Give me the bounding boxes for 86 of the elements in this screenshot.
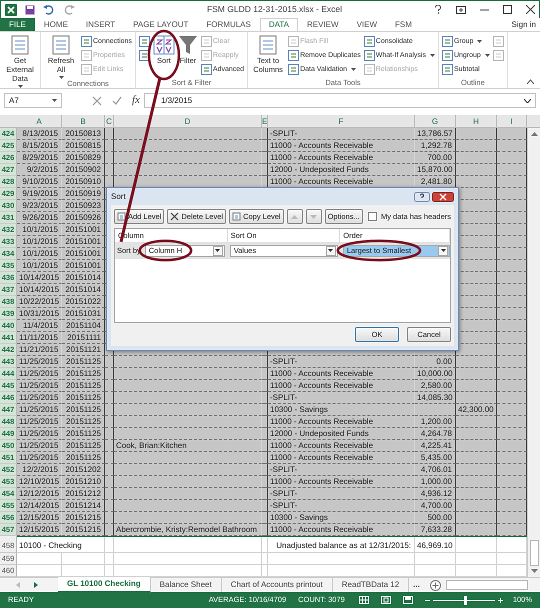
close-icon[interactable] — [432, 192, 454, 202]
level-icon — [117, 212, 126, 221]
command-icon — [138, 36, 150, 46]
command-icon — [364, 36, 375, 46]
save-icon[interactable] — [25, 4, 35, 14]
command-icon — [364, 50, 375, 60]
normal-view-icon[interactable] — [358, 596, 369, 604]
column-header[interactable]: H — [456, 115, 497, 127]
column-header[interactable]: D — [114, 115, 262, 127]
close-icon[interactable] — [526, 5, 535, 14]
funnel-icon — [178, 34, 198, 56]
command-icon — [364, 64, 375, 74]
add-sheet-icon[interactable] — [430, 580, 441, 590]
table-icon — [257, 34, 280, 56]
annotation-ellipse — [148, 30, 180, 80]
scroll-up-icon[interactable] — [530, 132, 538, 136]
annotation-ellipse — [138, 240, 192, 262]
scroll-right-icon[interactable] — [34, 582, 38, 588]
column-header[interactable]: I — [497, 115, 527, 127]
column-header[interactable]: B — [62, 115, 105, 127]
command-icon — [138, 50, 150, 60]
ribbon-tab[interactable]: FILE — [0, 18, 35, 31]
scroll-thumb[interactable] — [530, 540, 538, 566]
ribbon-tab[interactable]: FORMULAS — [197, 18, 260, 31]
ribbon-display-icon[interactable] — [456, 6, 466, 14]
maximize-icon[interactable] — [503, 5, 512, 14]
help-icon[interactable] — [434, 5, 442, 14]
zoom-slider-thumb[interactable] — [464, 596, 467, 604]
page-layout-icon[interactable] — [380, 596, 391, 604]
checkbox[interactable] — [368, 212, 377, 221]
command-icon — [492, 36, 504, 46]
delete-icon — [170, 212, 180, 221]
command-icon — [81, 36, 92, 46]
collapse-ribbon-icon[interactable] — [527, 79, 534, 84]
table-icon — [9, 34, 31, 56]
sheet-tab[interactable]: GL 10100 Checking — [58, 577, 151, 593]
column-header[interactable]: G — [415, 115, 456, 127]
caret-icon — [52, 99, 57, 102]
more-sheets-button[interactable]: ... — [413, 579, 420, 591]
command-icon — [200, 36, 212, 46]
command-icon — [200, 50, 212, 60]
help-icon[interactable] — [414, 192, 430, 202]
sort-icon — [152, 34, 175, 56]
page-break-icon[interactable] — [402, 596, 413, 604]
command-icon — [81, 50, 92, 60]
name-box[interactable]: A7 — [4, 93, 62, 108]
command-icon — [288, 50, 300, 60]
column-header[interactable]: C — [105, 115, 114, 127]
app-logo-icon[interactable] — [5, 4, 17, 16]
zoom-in-icon[interactable] — [498, 598, 503, 602]
enter-icon[interactable] — [112, 96, 122, 106]
sign-in-link[interactable]: Sign in — [512, 18, 540, 31]
command-icon — [492, 50, 504, 60]
ribbon-tab[interactable]: PAGE LAYOUT — [124, 18, 198, 31]
ribbon-tab[interactable]: REVIEW — [298, 18, 348, 31]
ribbon-button[interactable] — [138, 34, 151, 48]
scroll-down-icon[interactable] — [530, 569, 538, 573]
expand-icon[interactable] — [524, 98, 531, 102]
undo-icon[interactable] — [43, 4, 55, 14]
command-icon — [442, 50, 453, 60]
ribbon-tab[interactable]: DATA — [260, 18, 298, 31]
command-icon — [288, 36, 300, 46]
command-icon — [442, 36, 453, 46]
ribbon-button[interactable] — [138, 48, 151, 62]
cancel-icon[interactable] — [92, 96, 102, 106]
level-icon — [232, 212, 242, 221]
window-title: FSM GLDD 12-31-2015.xlsx - Excel — [206, 3, 344, 16]
arrow-icon — [310, 214, 318, 218]
zoom-out-icon[interactable] — [424, 598, 430, 602]
column-header[interactable]: E — [262, 115, 268, 127]
ribbon-tab[interactable]: VIEW — [348, 18, 386, 31]
command-icon — [81, 64, 92, 74]
command-icon — [442, 64, 453, 74]
ribbon-tab[interactable]: INSERT — [76, 18, 124, 31]
command-icon — [288, 64, 300, 74]
column-header[interactable]: A — [17, 115, 62, 127]
horizontal-scrollbar[interactable] — [446, 580, 528, 590]
command-icon — [200, 64, 212, 74]
table-icon — [50, 34, 72, 56]
insert-function-button[interactable]: fx — [132, 92, 140, 109]
dialog-title: Sort — [111, 190, 126, 202]
ribbon-tab[interactable]: FSM — [386, 18, 421, 31]
column-header[interactable]: F — [268, 115, 415, 127]
arrow-icon — [291, 214, 298, 218]
ribbon-tab[interactable]: HOME — [34, 18, 77, 31]
formula-field[interactable]: 1/3/2015 — [144, 93, 536, 108]
